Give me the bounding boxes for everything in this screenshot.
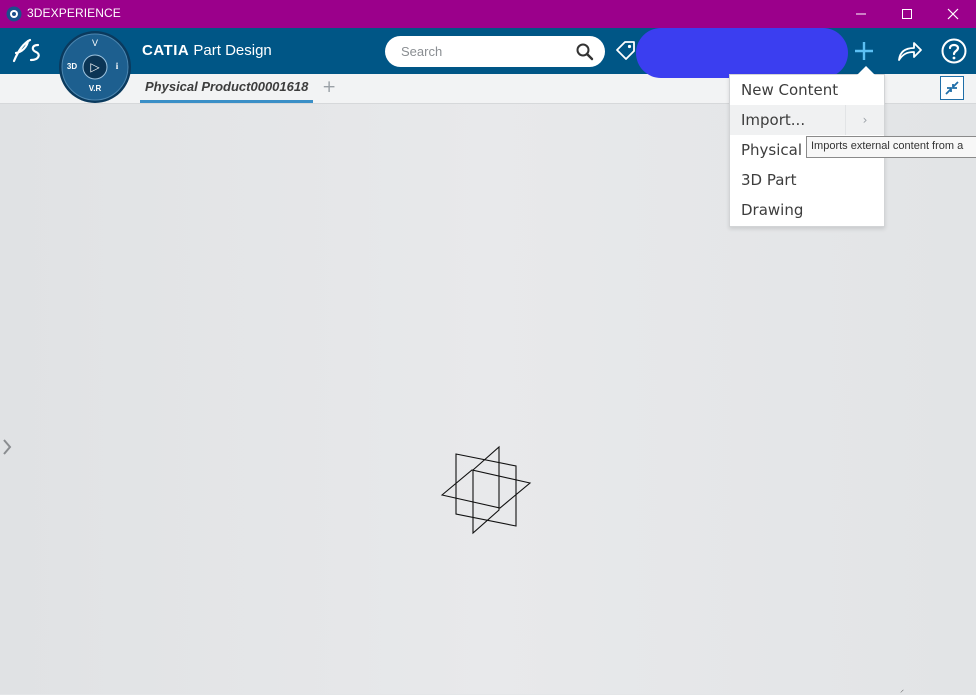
resize-grip-icon[interactable]: ⸝ [900, 684, 904, 695]
add-tab-icon[interactable]: + [322, 77, 336, 97]
compass-play-icon[interactable]: ▷ [90, 60, 100, 74]
minimize-icon [856, 13, 866, 15]
close-button[interactable] [930, 0, 976, 28]
collapse-button[interactable] [940, 76, 964, 100]
collapse-icon [945, 81, 959, 95]
menu-item-new-content[interactable]: New Content [730, 75, 884, 105]
menu-item-label: Import... [741, 111, 806, 129]
chevron-right-icon[interactable] [0, 436, 14, 458]
app-module: Part Design [193, 42, 272, 59]
help-icon[interactable] [940, 37, 968, 65]
menu-item-3d-part[interactable]: 3D Part [730, 165, 884, 195]
tab-physical-product[interactable]: Physical Product00001618 [140, 74, 314, 103]
minimize-button[interactable] [838, 0, 884, 28]
window-title-bar: 3DEXPERIENCE [0, 0, 976, 28]
tooltip-text: Imports external content from a [811, 140, 964, 152]
add-content-icon[interactable] [852, 39, 876, 63]
app-name: CATIA Part Design [142, 42, 272, 59]
menu-item-label: Physical P [741, 141, 816, 159]
import-tooltip: Imports external content from a [806, 136, 976, 158]
search-placeholder: Search [401, 44, 443, 59]
share-icon[interactable] [895, 38, 923, 64]
app-header: CATIA Part Design Search [0, 28, 976, 78]
compass-widget[interactable]: V 3D ▷ i V.R [58, 30, 132, 104]
app-brand: CATIA [142, 42, 190, 59]
compass-3d-label: 3D [67, 62, 77, 71]
maximize-icon [902, 9, 912, 19]
menu-item-label: New Content [741, 81, 839, 99]
reference-planes-icon[interactable] [438, 442, 536, 536]
search-box[interactable]: Search [385, 36, 605, 67]
menu-item-drawing[interactable]: Drawing [730, 195, 884, 225]
window-title: 3DEXPERIENCE [27, 6, 121, 20]
tab-label: Physical Product00001618 [145, 79, 309, 94]
compass-vr-label: V.R [89, 84, 102, 93]
tag-icon[interactable] [614, 39, 638, 63]
ds-logo-icon[interactable] [10, 37, 46, 65]
tab-active-indicator [140, 100, 314, 103]
compass-top-label: V [92, 38, 98, 48]
close-icon [947, 8, 959, 20]
search-icon[interactable] [575, 42, 595, 62]
maximize-button[interactable] [884, 0, 930, 28]
menu-item-import[interactable]: Import... › [730, 105, 884, 135]
menu-item-label: Drawing [741, 201, 804, 219]
submenu-arrow-icon[interactable]: › [845, 105, 884, 135]
menu-caret [857, 66, 875, 75]
redacted-user-area [636, 28, 848, 78]
menu-item-label: 3D Part [741, 171, 797, 189]
app-icon [6, 6, 22, 22]
